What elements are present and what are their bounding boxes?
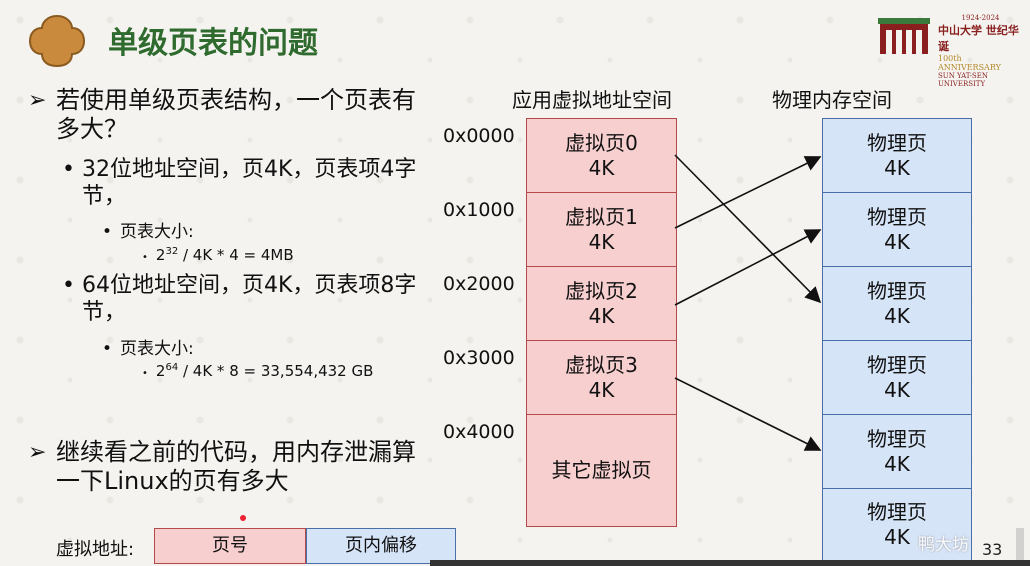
mapping-arrow <box>674 156 822 229</box>
video-bottom-bar <box>430 560 1030 566</box>
mapping-arrow <box>674 154 822 304</box>
mapping-arrows <box>674 154 822 451</box>
mapping-arrow <box>674 377 822 451</box>
slide-page-number: 33 <box>982 540 1003 559</box>
mapping-arrow <box>674 229 822 306</box>
watermark: 鸭大坊 <box>918 535 969 555</box>
